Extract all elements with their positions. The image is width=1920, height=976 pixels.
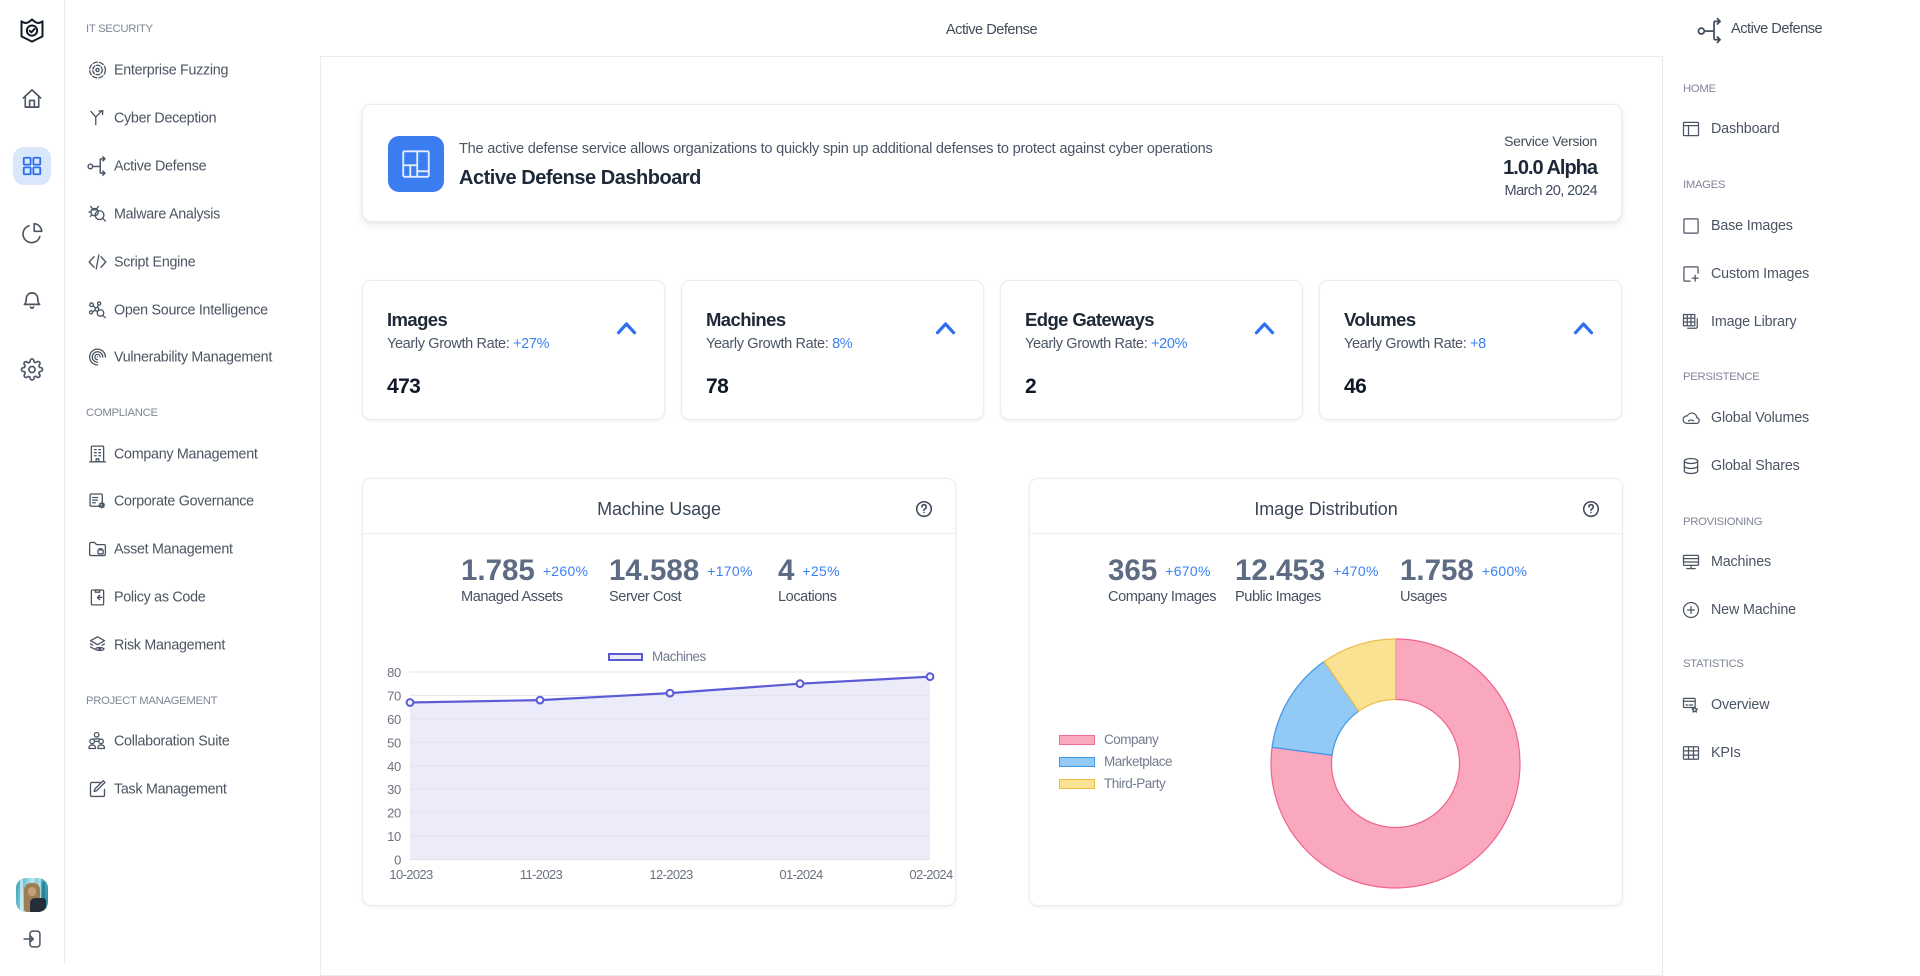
svg-text:60: 60 <box>387 712 401 727</box>
svg-text:40: 40 <box>387 759 401 774</box>
svg-text:30: 30 <box>387 782 401 797</box>
svg-text:0: 0 <box>394 853 401 868</box>
svg-text:10-2023: 10-2023 <box>389 867 433 882</box>
svg-text:10: 10 <box>387 829 401 844</box>
svg-text:20: 20 <box>387 806 401 821</box>
svg-text:01-2024: 01-2024 <box>779 867 823 882</box>
svg-text:11-2023: 11-2023 <box>520 867 563 882</box>
svg-text:70: 70 <box>387 688 401 703</box>
svg-text:02-2024: 02-2024 <box>909 867 953 882</box>
svg-text:12-2023: 12-2023 <box>649 867 693 882</box>
svg-text:80: 80 <box>387 665 401 680</box>
svg-text:50: 50 <box>387 735 401 750</box>
